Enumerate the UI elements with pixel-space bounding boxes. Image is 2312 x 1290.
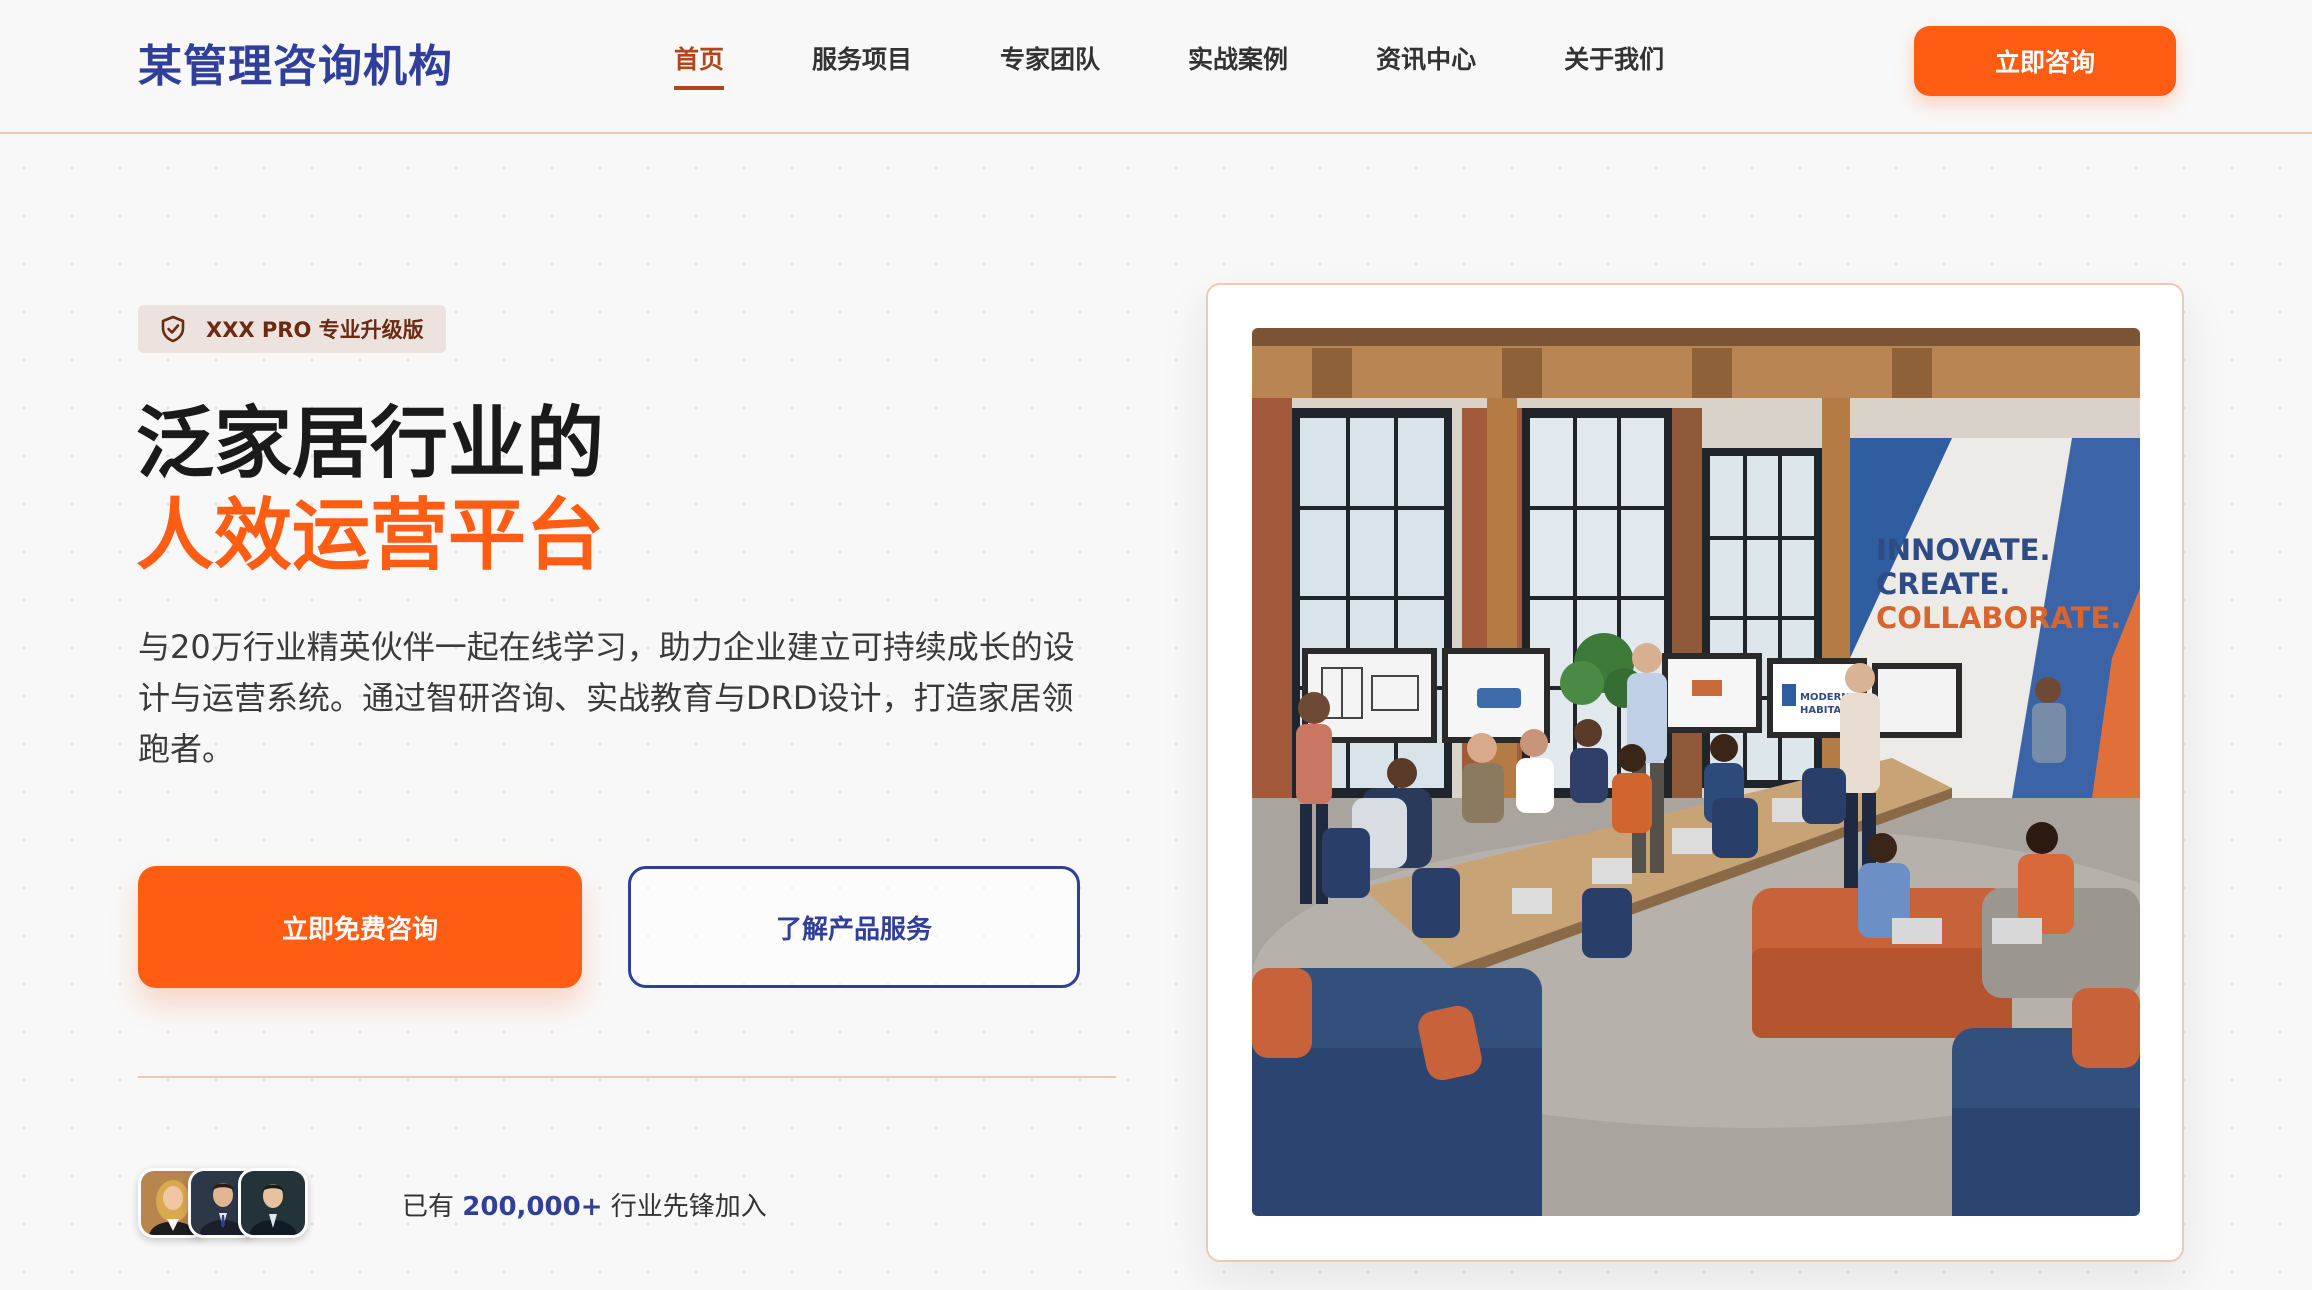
member-count: 200,000+ bbox=[462, 1192, 603, 1222]
social-prefix: 已有 bbox=[402, 1192, 455, 1222]
nav-item-about[interactable]: 关于我们 bbox=[1564, 40, 1664, 90]
hero-title: 泛家居行业的 人效运营平台 bbox=[136, 398, 604, 582]
avatar-stack bbox=[138, 1168, 308, 1238]
social-suffix: 行业先锋加入 bbox=[610, 1192, 767, 1222]
wall-text-1: INNOVATE. bbox=[1876, 533, 2050, 567]
shield-check-icon bbox=[161, 315, 185, 343]
wall-text-3: COLLABORATE. bbox=[1876, 601, 2121, 635]
nav-item-services[interactable]: 服务项目 bbox=[812, 40, 912, 90]
social-proof: 已有 200,000+ 行业先锋加入 bbox=[402, 1186, 767, 1223]
wall-text-2: CREATE. bbox=[1876, 567, 2010, 601]
avatar bbox=[238, 1168, 308, 1238]
badge-label: XXX PRO 专业升级版 bbox=[206, 318, 424, 342]
hero-divider bbox=[138, 1076, 1116, 1078]
hero-description: 与20万行业精英伙伴一起在线学习，助力企业建立可持续成长的设计与运营系统。通过智… bbox=[138, 628, 1075, 768]
free-consult-button[interactable]: 立即免费咨询 bbox=[138, 866, 582, 988]
nav-item-experts[interactable]: 专家团队 bbox=[1000, 40, 1100, 90]
hero-title-line1: 泛家居行业的 bbox=[136, 399, 605, 489]
nav-item-cases[interactable]: 实战案例 bbox=[1188, 40, 1288, 90]
hero-title-highlight: 人效运营平台 bbox=[136, 491, 605, 581]
main-nav: 首页 服务项目 专家团队 实战案例 资讯中心 关于我们 bbox=[674, 40, 1752, 90]
learn-services-button[interactable]: 了解产品服务 bbox=[628, 866, 1080, 988]
nav-item-home[interactable]: 首页 bbox=[674, 40, 725, 90]
site-header: 某管理咨询机构 首页 服务项目 专家团队 实战案例 资讯中心 关于我们 立即咨询 bbox=[0, 0, 2312, 134]
office-photo: INNOVATE. CREATE. COLLABORATE. MODERN HA… bbox=[1252, 328, 2140, 1216]
site-logo[interactable]: 某管理咨询机构 bbox=[138, 30, 453, 94]
pro-badge: XXX PRO 专业升级版 bbox=[138, 305, 446, 353]
consult-now-button[interactable]: 立即咨询 bbox=[1914, 26, 2176, 96]
nav-item-news[interactable]: 资讯中心 bbox=[1376, 40, 1476, 90]
hero-image-card: INNOVATE. CREATE. COLLABORATE. MODERN HA… bbox=[1206, 283, 2184, 1262]
